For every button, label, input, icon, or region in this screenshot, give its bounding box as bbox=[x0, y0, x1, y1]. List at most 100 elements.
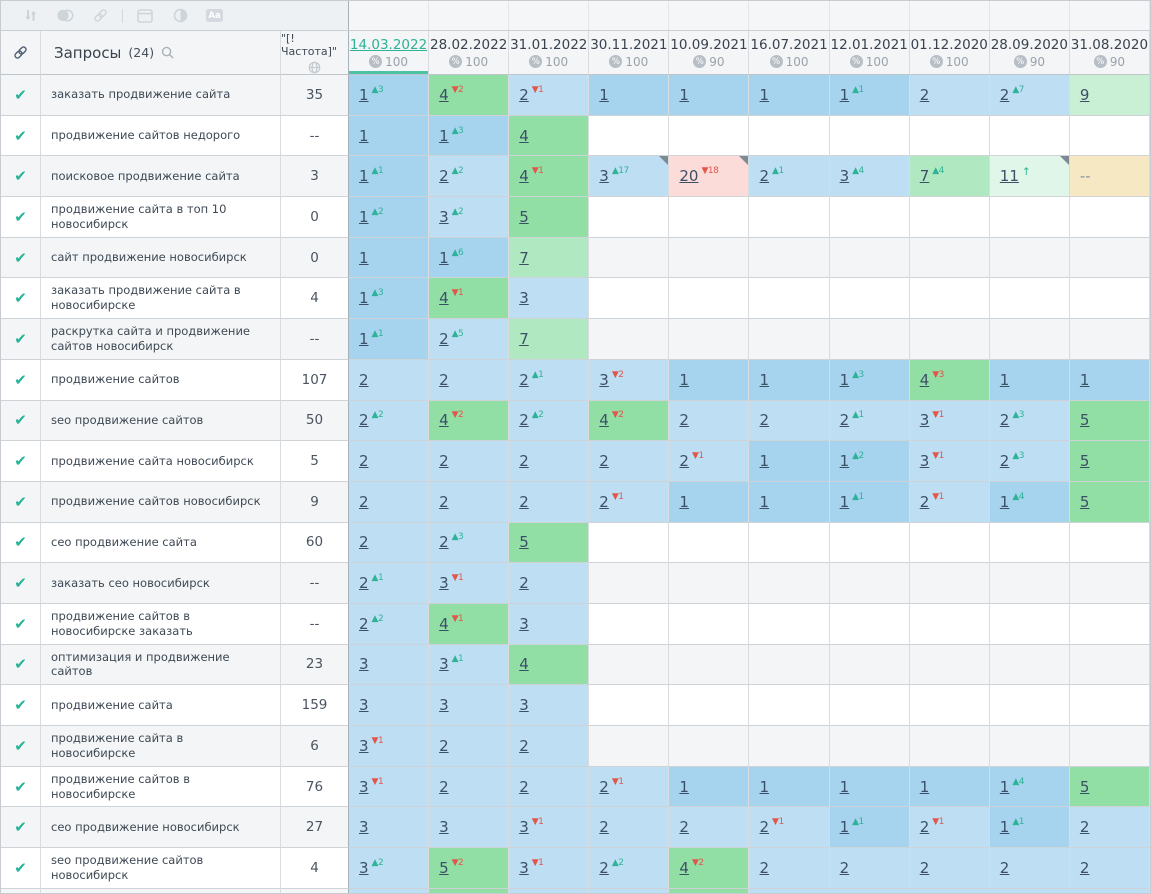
date-label[interactable]: 01.12.2020 bbox=[911, 37, 988, 53]
query-cell[interactable]: продвижение сайтов недорого bbox=[41, 116, 281, 157]
position-cell[interactable]: 5 bbox=[1070, 441, 1150, 482]
position-value[interactable]: 1 bbox=[1080, 371, 1090, 389]
row-check-icon[interactable]: ✔ bbox=[1, 75, 41, 116]
window-icon[interactable] bbox=[136, 7, 154, 25]
position-cell[interactable]: 2 bbox=[749, 401, 829, 442]
position-cell[interactable]: 1▲1 bbox=[349, 319, 429, 360]
position-value[interactable]: 4 bbox=[679, 859, 689, 877]
position-value[interactable]: 2 bbox=[759, 859, 769, 877]
position-cell[interactable]: 20▼18 bbox=[669, 156, 749, 197]
position-value[interactable]: 3 bbox=[519, 696, 529, 714]
position-value[interactable]: 5 bbox=[519, 208, 529, 226]
row-check-icon[interactable]: ✔ bbox=[1, 767, 41, 808]
position-value[interactable]: 4 bbox=[439, 615, 449, 633]
position-value[interactable]: 2 bbox=[519, 493, 529, 511]
row-check-icon[interactable] bbox=[1, 889, 41, 894]
date-column-header[interactable]: 28.02.2022%100 bbox=[429, 31, 509, 75]
position-value[interactable]: 1 bbox=[759, 86, 769, 104]
position-value[interactable]: 2 bbox=[439, 493, 449, 511]
position-cell[interactable]: 5 bbox=[509, 523, 589, 564]
position-value[interactable]: 3 bbox=[519, 615, 529, 633]
position-value[interactable]: 1 bbox=[840, 778, 850, 796]
date-column-header[interactable]: 31.08.2020%90 bbox=[1070, 31, 1150, 75]
position-value[interactable]: 2 bbox=[599, 493, 609, 511]
position-cell[interactable]: 2▲3 bbox=[990, 441, 1070, 482]
position-cell[interactable]: 2▼1 bbox=[589, 482, 669, 523]
position-value[interactable]: 2 bbox=[359, 493, 369, 511]
query-cell[interactable]: заказать сео новосибирск bbox=[41, 563, 281, 604]
position-value[interactable]: 2 bbox=[359, 533, 369, 551]
link-icon[interactable] bbox=[91, 7, 109, 25]
position-cell[interactable]: 1▲3 bbox=[429, 116, 509, 157]
position-value[interactable]: 2 bbox=[920, 818, 930, 836]
position-value[interactable]: 7 bbox=[920, 167, 930, 185]
date-label[interactable]: 28.09.2020 bbox=[991, 37, 1068, 53]
date-label[interactable]: 14.03.2022 bbox=[350, 37, 427, 53]
position-value[interactable]: 2 bbox=[439, 737, 449, 755]
position-value[interactable]: 4 bbox=[439, 411, 449, 429]
position-value[interactable]: 2 bbox=[679, 411, 689, 429]
position-value[interactable]: 1 bbox=[840, 86, 850, 104]
row-check-icon[interactable]: ✔ bbox=[1, 848, 41, 889]
position-cell[interactable]: 2 bbox=[910, 848, 990, 889]
position-cell[interactable]: 3▼1 bbox=[349, 767, 429, 808]
search-icon[interactable] bbox=[161, 46, 174, 59]
link-column-header[interactable] bbox=[1, 31, 41, 75]
position-cell[interactable]: 1▲2 bbox=[349, 197, 429, 238]
position-cell[interactable]: 3▼2 bbox=[589, 360, 669, 401]
position-cell[interactable]: 4▼2 bbox=[429, 401, 509, 442]
position-value[interactable]: 4 bbox=[920, 371, 930, 389]
date-column-header[interactable]: 31.01.2022%100 bbox=[509, 31, 589, 75]
position-cell[interactable]: 2 bbox=[349, 441, 429, 482]
position-cell[interactable]: 1 bbox=[669, 75, 749, 116]
position-cell[interactable]: 3 bbox=[429, 807, 509, 848]
position-value[interactable]: 3 bbox=[519, 289, 529, 307]
position-value[interactable]: 1 bbox=[679, 778, 689, 796]
date-label[interactable]: 10.09.2021 bbox=[670, 37, 747, 53]
position-cell[interactable]: 2▲1 bbox=[509, 360, 589, 401]
row-check-icon[interactable]: ✔ bbox=[1, 319, 41, 360]
position-cell[interactable]: 1 bbox=[669, 360, 749, 401]
query-cell[interactable]: продвижение сайта bbox=[41, 685, 281, 726]
position-value[interactable]: 3 bbox=[599, 167, 609, 185]
position-value[interactable]: 3 bbox=[439, 208, 449, 226]
date-column-header[interactable]: 28.09.2020%90 bbox=[990, 31, 1070, 75]
date-column-header[interactable]: 12.01.2021%100 bbox=[830, 31, 910, 75]
position-value[interactable]: 1 bbox=[920, 778, 930, 796]
date-label[interactable]: 12.01.2021 bbox=[830, 37, 907, 53]
position-cell[interactable]: 1 bbox=[749, 767, 829, 808]
row-check-icon[interactable]: ✔ bbox=[1, 360, 41, 401]
query-cell[interactable]: seo продвижение сайтов bbox=[41, 401, 281, 442]
position-value[interactable]: 2 bbox=[439, 452, 449, 470]
position-value[interactable]: 2 bbox=[840, 859, 850, 877]
position-cell[interactable]: 3 bbox=[349, 685, 429, 726]
frequency-column-header[interactable]: "[!Частота]" bbox=[281, 31, 349, 75]
position-cell[interactable]: 2 bbox=[669, 807, 749, 848]
position-cell[interactable]: 4 bbox=[509, 645, 589, 686]
position-cell[interactable]: 3▲17 bbox=[589, 156, 669, 197]
position-cell[interactable]: 2 bbox=[349, 523, 429, 564]
position-cell[interactable]: 3▼1 bbox=[509, 807, 589, 848]
position-cell[interactable]: 9 bbox=[1070, 75, 1150, 116]
position-value[interactable]: 3 bbox=[920, 452, 930, 470]
position-cell[interactable]: 5 bbox=[1070, 767, 1150, 808]
position-value[interactable]: 3 bbox=[439, 818, 449, 836]
position-value[interactable]: 1 bbox=[840, 452, 850, 470]
position-value[interactable]: 4 bbox=[519, 655, 529, 673]
position-value[interactable]: 2 bbox=[679, 818, 689, 836]
position-value[interactable]: 2 bbox=[439, 371, 449, 389]
position-value[interactable]: 2 bbox=[599, 452, 609, 470]
text-case-icon[interactable]: Aa bbox=[206, 9, 223, 22]
row-check-icon[interactable]: ✔ bbox=[1, 807, 41, 848]
position-cell[interactable]: 2▲2 bbox=[349, 604, 429, 645]
position-cell[interactable]: 2▼1 bbox=[910, 807, 990, 848]
position-value[interactable]: 1 bbox=[359, 86, 369, 104]
query-cell[interactable]: заказать продвижение сайта в новосибирск… bbox=[41, 278, 281, 319]
position-value[interactable]: 2 bbox=[920, 493, 930, 511]
position-value[interactable]: 2 bbox=[359, 371, 369, 389]
position-cell[interactable]: 1 bbox=[349, 238, 429, 279]
position-cell[interactable]: 1▲3 bbox=[349, 75, 429, 116]
position-value[interactable]: 5 bbox=[1080, 778, 1090, 796]
position-value[interactable]: 2 bbox=[759, 411, 769, 429]
position-value[interactable]: 2 bbox=[1000, 86, 1010, 104]
